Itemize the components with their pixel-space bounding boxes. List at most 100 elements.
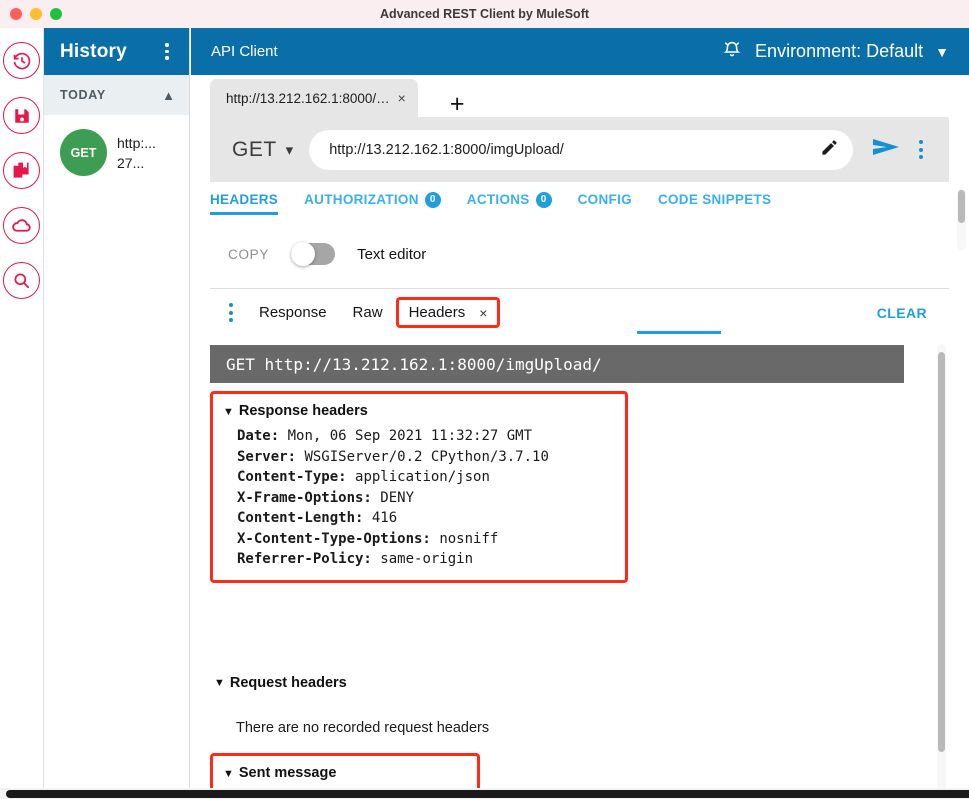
tab-actions[interactable]: ACTIONS 0	[467, 182, 552, 215]
header-name: Date:	[237, 428, 280, 444]
response-body: GET http://13.212.162.1:8000/imgUpload/ …	[210, 335, 949, 799]
status-badge: 0	[424, 191, 441, 208]
main-area: http://13.212.162.1:8000/… × + GET ▾ htt…	[190, 75, 969, 799]
tab-raw[interactable]: Raw	[340, 299, 396, 326]
request-more-menu-icon[interactable]	[907, 140, 935, 159]
response-url-banner: GET http://13.212.162.1:8000/imgUpload/	[210, 345, 904, 383]
pencil-icon[interactable]	[820, 138, 839, 162]
history-group-label: TODAY	[60, 88, 106, 102]
table-row: X-Frame-Options: DENY	[237, 488, 615, 509]
history-icon[interactable]	[3, 42, 40, 79]
header-value: same-origin	[380, 551, 474, 568]
text-editor-toggle[interactable]	[291, 242, 336, 266]
sent-message-title: Sent message	[238, 765, 337, 781]
header-name: Referrer-Policy:	[237, 551, 372, 568]
method-badge: GET	[60, 129, 107, 176]
triangle-down-icon[interactable]: ▼	[223, 406, 234, 418]
table-row: Content-Length: 416	[237, 508, 615, 529]
response-headers-list: Date: Mon, 06 Sep 2021 11:32:27 GMT Serv…	[223, 420, 615, 570]
header-name: X-Frame-Options:	[237, 489, 372, 506]
tab-code-snippets[interactable]: CODE SNIPPETS	[658, 182, 771, 215]
tab-headers-label: HEADERS	[210, 192, 279, 207]
headers-panel-scrollbar[interactable]	[957, 188, 966, 250]
tab-headers-response-label: Headers	[408, 304, 466, 321]
cloud-icon[interactable]	[3, 207, 40, 244]
kebab-menu-icon[interactable]	[159, 43, 175, 60]
response-headers-section: ▼ Response headers Date: Mon, 06 Sep 2021…	[210, 391, 628, 584]
header-value: nosniff	[439, 530, 499, 547]
bell-icon[interactable]	[721, 38, 743, 65]
window-title: Advanced REST Client by MuleSoft	[379, 7, 590, 21]
chevron-up-icon[interactable]: ▲	[162, 89, 175, 102]
history-item-url-line2: 27...	[117, 155, 145, 172]
response-menu-icon[interactable]	[216, 303, 246, 322]
minimize-window-button[interactable]	[30, 8, 42, 20]
history-group-today[interactable]: TODAY ▲	[44, 75, 189, 115]
header-name: Content-Type:	[237, 469, 347, 486]
tab-actions-label: ACTIONS	[466, 192, 530, 207]
scrollbar-thumb[interactable]	[938, 352, 945, 752]
add-request-tab-button[interactable]: +	[450, 92, 465, 117]
window-titlebar: Advanced REST Client by MuleSoft	[0, 0, 969, 28]
left-rail	[0, 28, 44, 799]
search-icon[interactable]	[3, 262, 40, 299]
close-icon[interactable]: ×	[398, 91, 406, 105]
table-row: Server: WSGIServer/0.2 CPython/3.7.10	[237, 447, 615, 468]
save-icon[interactable]	[3, 97, 40, 134]
response-scrollbar[interactable]	[937, 344, 946, 791]
header-value: 416	[371, 510, 398, 527]
http-method-label[interactable]: GET	[232, 138, 277, 162]
close-icon[interactable]: ×	[479, 305, 487, 321]
request-headers-title-row[interactable]: ▼ Request headers	[214, 675, 347, 691]
horizontal-scrollbar[interactable]	[0, 788, 969, 799]
request-headers-title: Request headers	[229, 675, 347, 691]
close-window-button[interactable]	[10, 8, 22, 20]
copy-button[interactable]: COPY	[228, 247, 269, 262]
status-badge: 0	[535, 191, 552, 208]
request-headers-empty-text: There are no recorded request headers	[236, 720, 490, 736]
environment-selector[interactable]: Environment: Default ▼	[721, 38, 969, 65]
tab-headers-response[interactable]: Headers ×	[395, 297, 501, 328]
projects-icon[interactable]	[3, 152, 40, 189]
tab-config-label: CONFIG	[577, 192, 632, 207]
history-item-url: http:... 27...	[117, 129, 156, 174]
scrollbar-thumb[interactable]	[6, 790, 969, 798]
request-url-row: GET ▾ http://13.212.162.1:8000/imgUpload…	[210, 117, 949, 182]
tab-authorization[interactable]: AUTHORIZATION 0	[304, 182, 441, 215]
request-section-tabs: HEADERS AUTHORIZATION 0 ACTIONS 0 CONFIG…	[210, 182, 949, 215]
header-value: Mon, 06 Sep 2021 11:32:27 GMT	[287, 428, 533, 444]
tab-response[interactable]: Response	[246, 299, 340, 326]
window-traffic-lights	[0, 8, 62, 20]
clear-button[interactable]: CLEAR	[877, 305, 949, 321]
response-headers-title-row[interactable]: ▼ Response headers	[223, 402, 615, 420]
header-value: application/json	[355, 469, 490, 486]
app-label: API Client	[211, 43, 278, 60]
request-tab-label: http://13.212.162.1:8000/…	[226, 90, 390, 106]
header-name: X-Content-Type-Options:	[237, 530, 431, 547]
list-item[interactable]: GET http:... 27...	[44, 115, 189, 176]
header-name: Content-Length:	[237, 510, 364, 527]
history-panel-header: History	[44, 28, 189, 75]
tab-headers[interactable]: HEADERS	[210, 182, 279, 215]
headers-editor-toolbar: COPY Text editor	[210, 220, 949, 288]
send-arrow-icon[interactable]	[871, 135, 901, 164]
response-tabs-row: Response Raw Headers × CLEAR	[210, 289, 949, 336]
url-input[interactable]: http://13.212.162.1:8000/imgUpload/	[309, 129, 853, 170]
triangle-down-icon[interactable]: ▼	[223, 768, 234, 780]
scrollbar-thumb[interactable]	[958, 190, 965, 223]
maximize-window-button[interactable]	[50, 8, 62, 20]
sent-message-title-row[interactable]: ▼ Sent message	[223, 764, 467, 782]
history-panel: History TODAY ▲ GET http:... 27...	[44, 28, 190, 799]
table-row: Date: Mon, 06 Sep 2021 11:32:27 GMT	[237, 426, 615, 447]
header-value: DENY	[380, 489, 415, 506]
chevron-down-icon[interactable]: ▾	[286, 141, 294, 159]
request-tab[interactable]: http://13.212.162.1:8000/… ×	[210, 79, 418, 117]
tab-code-snippets-label: CODE SNIPPETS	[657, 192, 772, 207]
tab-config[interactable]: CONFIG	[578, 182, 632, 215]
text-editor-label: Text editor	[357, 245, 427, 263]
header-value: WSGIServer/0.2 CPython/3.7.10	[304, 448, 549, 465]
chevron-down-icon[interactable]: ▼	[935, 44, 949, 60]
triangle-down-icon[interactable]: ▼	[214, 677, 225, 689]
table-row: Referrer-Policy: same-origin	[237, 549, 615, 570]
header-name: Server:	[237, 448, 297, 465]
